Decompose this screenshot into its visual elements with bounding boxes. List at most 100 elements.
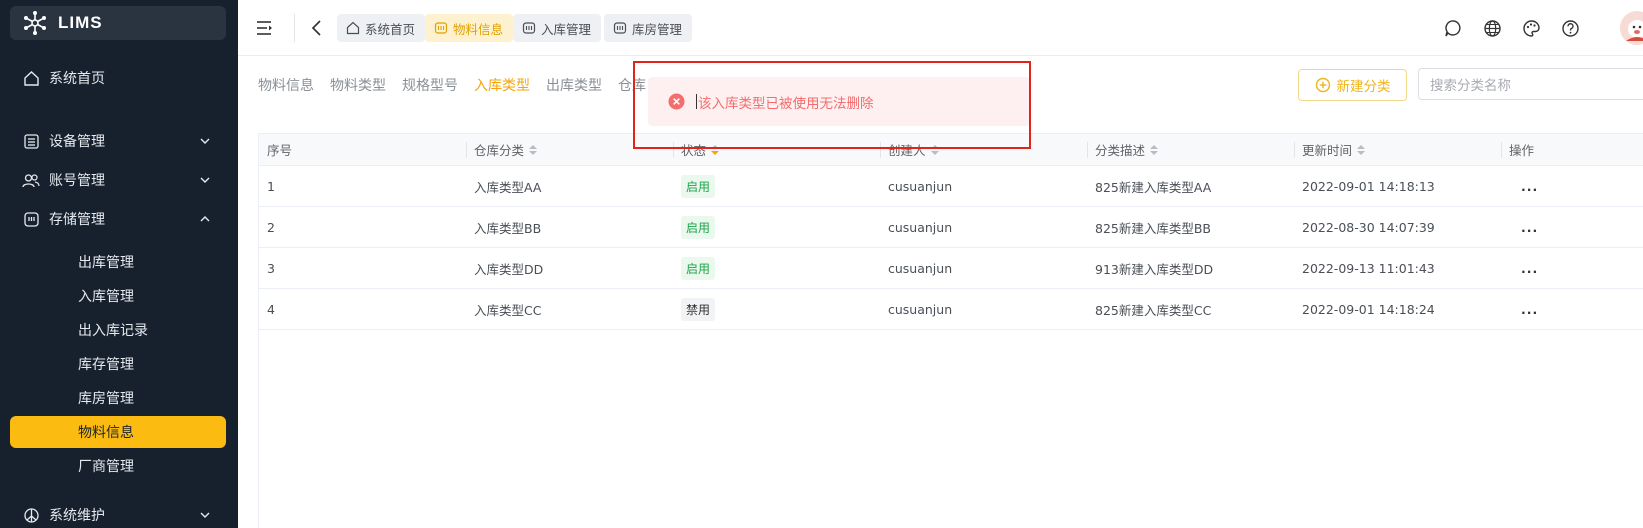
- column-header-updated[interactable]: 更新时间: [1294, 134, 1366, 165]
- column-divider: [1501, 142, 1502, 158]
- subtab-spec-model[interactable]: 规格型号: [402, 75, 458, 95]
- cell-no: 2: [267, 219, 275, 235]
- sidebar-item-label: 账号管理: [49, 173, 105, 189]
- app-logo[interactable]: LIMS: [10, 6, 226, 40]
- subtab-outbound-type[interactable]: 出库类型: [546, 75, 602, 95]
- sidebar: LIMS 系统首页 设备管理 账号管理 存储管理 出库管理 入库管理 出入库记录…: [0, 0, 238, 528]
- status-badge: 启用: [681, 256, 716, 280]
- sidebar-item-label: 设备管理: [49, 134, 105, 150]
- cell-status: 启用: [681, 207, 716, 247]
- subtab-material-type[interactable]: 物料类型: [330, 75, 386, 95]
- column-divider: [1087, 142, 1088, 158]
- logo-icon: [22, 10, 48, 36]
- tab-label: 系统首页: [365, 21, 416, 37]
- sidebar-item-warehouse[interactable]: 库房管理: [10, 382, 226, 414]
- column-label: 操作: [1509, 143, 1535, 158]
- subtab-inbound-type[interactable]: 入库类型: [474, 75, 530, 95]
- more-actions-button[interactable]: ...: [1521, 248, 1538, 288]
- cell-updated: 2022-09-01 14:18:13: [1302, 178, 1435, 194]
- sidebar-item-home[interactable]: 系统首页: [10, 61, 226, 95]
- sidebar-item-io-records[interactable]: 出入库记录: [10, 314, 226, 346]
- message-icon[interactable]: [1444, 19, 1463, 38]
- cell-creator: cusuanjun: [888, 301, 953, 317]
- chevron-down-icon: [200, 512, 210, 518]
- help-icon[interactable]: [1561, 19, 1580, 38]
- tab-home[interactable]: 系统首页: [337, 14, 426, 42]
- table-row: 2 入库类型BB 启用 cusuanjun 825新建入库类型BB 2022-0…: [259, 207, 1643, 248]
- column-header-actions: 操作: [1501, 134, 1535, 165]
- more-actions-button[interactable]: ...: [1521, 166, 1538, 206]
- search-input[interactable]: 搜索分类名称: [1418, 68, 1643, 100]
- sort-icon[interactable]: [1150, 144, 1159, 155]
- box-icon: [522, 21, 536, 35]
- cell-creator: cusuanjun: [888, 260, 953, 276]
- cell-category: 入库类型CC: [474, 302, 542, 318]
- cell-creator: cusuanjun: [888, 219, 953, 235]
- column-label: 序号: [267, 143, 293, 158]
- cell-category: 入库类型AA: [474, 179, 542, 195]
- sort-icon[interactable]: [1357, 144, 1366, 155]
- users-icon: [22, 171, 40, 189]
- cell-status: 启用: [681, 166, 716, 206]
- cell-status: 启用: [681, 248, 716, 288]
- sort-icon[interactable]: [529, 144, 538, 155]
- cell-creator: cusuanjun: [888, 178, 953, 194]
- chevron-up-icon: [200, 216, 210, 222]
- menu-fold-icon[interactable]: [256, 19, 274, 37]
- cell-category: 入库类型BB: [474, 220, 542, 236]
- tab-label: 库房管理: [632, 21, 683, 37]
- column-header-no: 序号: [267, 134, 292, 165]
- sidebar-item-inbound[interactable]: 入库管理: [10, 280, 226, 312]
- sidebar-item-label: 系统首页: [49, 71, 105, 87]
- back-icon[interactable]: [308, 19, 326, 37]
- sidebar-item-label: 出入库记录: [78, 323, 148, 339]
- more-icon: ...: [1521, 260, 1539, 276]
- sidebar-item-label: 入库管理: [78, 289, 134, 305]
- subtab-bar: 物料信息 物料类型 规格型号 入库类型 出库类型 仓库: [258, 75, 662, 95]
- chevron-down-icon: [200, 177, 210, 183]
- sidebar-item-inventory[interactable]: 库存管理: [10, 348, 226, 380]
- storage-icon: [22, 210, 40, 228]
- sidebar-item-devices[interactable]: 设备管理: [10, 124, 226, 158]
- new-category-button[interactable]: 新建分类: [1298, 69, 1407, 101]
- sidebar-item-label: 系统维护: [49, 508, 105, 524]
- sidebar-item-label: 库存管理: [78, 357, 134, 373]
- cell-no: 4: [267, 301, 275, 317]
- search-placeholder: 搜索分类名称: [1430, 78, 1511, 94]
- sidebar-item-system[interactable]: 系统维护: [10, 498, 226, 528]
- tab-label: 入库管理: [541, 21, 592, 37]
- cell-no: 3: [267, 260, 275, 276]
- more-icon: ...: [1521, 178, 1539, 194]
- tab-warehouse[interactable]: 库房管理: [604, 14, 693, 42]
- more-actions-button[interactable]: ...: [1521, 289, 1538, 329]
- more-icon: ...: [1521, 301, 1539, 317]
- cell-updated: 2022-08-30 14:07:39: [1302, 219, 1435, 235]
- cell-category: 入库类型DD: [474, 261, 544, 277]
- sidebar-item-vendors[interactable]: 厂商管理: [10, 450, 226, 482]
- status-badge: 启用: [681, 215, 716, 239]
- sidebar-item-outbound[interactable]: 出库管理: [10, 246, 226, 278]
- box-icon: [613, 21, 627, 35]
- subtab-material-info[interactable]: 物料信息: [258, 75, 314, 95]
- new-category-label: 新建分类: [1336, 79, 1391, 95]
- column-label: 分类描述: [1095, 143, 1146, 158]
- avatar[interactable]: [1620, 11, 1643, 45]
- chevron-down-icon: [200, 138, 210, 144]
- sidebar-item-material-info[interactable]: 物料信息: [10, 416, 226, 448]
- column-header-description[interactable]: 分类描述: [1087, 134, 1159, 165]
- cell-updated: 2022-09-13 11:01:43: [1302, 260, 1435, 276]
- header-divider: [294, 14, 295, 42]
- palette-icon[interactable]: [1522, 19, 1541, 38]
- globe-icon[interactable]: [1483, 19, 1502, 38]
- table-row: 1 入库类型AA 启用 cusuanjun 825新建入库类型AA 2022-0…: [259, 166, 1643, 207]
- column-header-category[interactable]: 仓库分类: [466, 134, 538, 165]
- more-actions-button[interactable]: ...: [1521, 207, 1538, 247]
- sidebar-item-label: 出库管理: [78, 255, 134, 271]
- sidebar-item-accounts[interactable]: 账号管理: [10, 163, 226, 197]
- home-icon: [346, 21, 360, 35]
- tab-material-info[interactable]: 物料信息: [425, 14, 514, 42]
- tab-inbound[interactable]: 入库管理: [513, 14, 602, 42]
- sidebar-item-label: 厂商管理: [78, 459, 134, 475]
- sidebar-item-storage[interactable]: 存储管理: [10, 202, 226, 236]
- column-divider: [466, 142, 467, 158]
